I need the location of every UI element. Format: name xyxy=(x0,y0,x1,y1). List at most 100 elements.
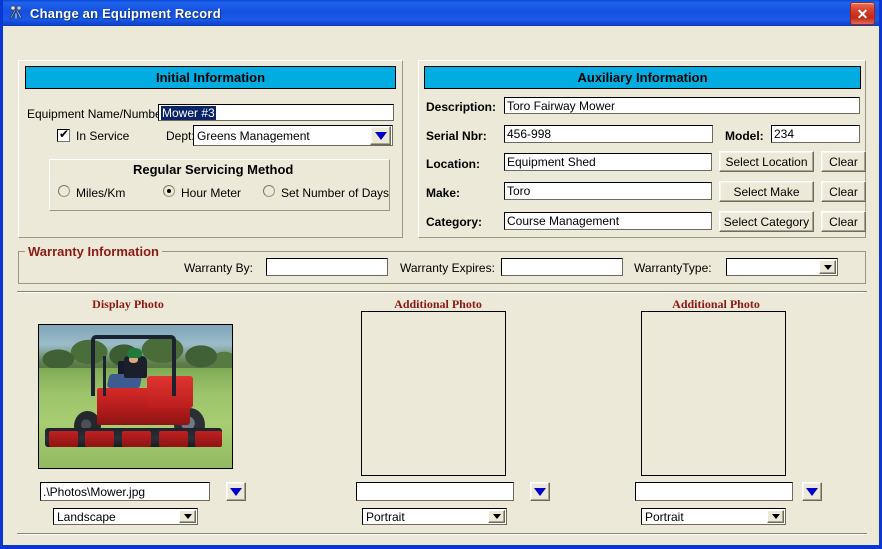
description-value: Toro Fairway Mower xyxy=(507,98,616,113)
clear-category-button[interactable]: Clear xyxy=(821,211,866,232)
auxiliary-information-header: Auxiliary Information xyxy=(424,66,861,89)
display-photo-frame[interactable] xyxy=(38,324,233,469)
warranty-expires-label: Warranty Expires: xyxy=(400,261,495,275)
dept-dropdown-arrow[interactable] xyxy=(370,126,391,145)
in-service-checkbox[interactable]: ✔ xyxy=(57,127,70,142)
equipment-name-value: Mower #3 xyxy=(161,105,216,120)
display-photo-browse-button[interactable] xyxy=(226,482,246,501)
photo-mower-reel-2 xyxy=(85,430,115,447)
change-equipment-record-window: Change an Equipment Record ✕ Initial Inf… xyxy=(0,0,882,549)
select-category-button[interactable]: Select Category xyxy=(719,211,814,232)
category-value: Course Management xyxy=(507,214,620,228)
photo-mower-reel-1 xyxy=(48,430,78,447)
model-value: 234 xyxy=(774,127,795,141)
clear-make-button[interactable]: Clear xyxy=(821,181,866,202)
display-photo-path-input[interactable]: .\Photos\Mower.jpg xyxy=(40,482,210,501)
additional-photo-2-caption: Additional Photo xyxy=(672,297,760,311)
display-photo-path-value: .\Photos\Mower.jpg xyxy=(43,484,146,499)
photo-mower-rollbar-post xyxy=(102,356,106,397)
warranty-information-legend: Warranty Information xyxy=(25,244,162,259)
radio-set-number-of-days[interactable] xyxy=(263,185,275,197)
in-service-check-glyph: ✔ xyxy=(59,127,70,141)
warranty-type-label: WarrantyType: xyxy=(634,261,712,275)
additional-photo-2-browse-button[interactable] xyxy=(802,482,822,501)
chevron-down-icon xyxy=(771,514,780,519)
radio-miles-km-label: Miles/Km xyxy=(76,186,126,200)
radio-hour-meter-label: Hour Meter xyxy=(181,186,242,200)
additional-photo-1-orientation-arrow[interactable] xyxy=(488,510,505,523)
additional-photo-1-orientation-value: Portrait xyxy=(366,509,405,524)
equipment-name-input[interactable]: Mower #3 xyxy=(158,104,394,121)
chevron-down-icon xyxy=(183,514,192,519)
cancel-button[interactable]: Cancel xyxy=(729,545,791,549)
make-value: Toro xyxy=(507,184,531,198)
select-location-button[interactable]: Select Location xyxy=(719,151,814,172)
dialog-client-area: Initial Information Equipment Name/Numbe… xyxy=(3,26,879,542)
description-label: Description: xyxy=(426,100,497,114)
radio-miles-km[interactable] xyxy=(58,185,70,197)
warranty-expires-input[interactable] xyxy=(501,258,623,276)
display-photo-orientation-dropdown[interactable]: Landscape xyxy=(53,508,198,525)
additional-photo-2-path-input[interactable] xyxy=(635,482,793,501)
additional-photo-1-caption: Additional Photo xyxy=(394,297,482,311)
serial-value: 456-998 xyxy=(507,127,552,141)
dept-value: Greens Management xyxy=(197,128,310,143)
category-label: Category: xyxy=(426,215,483,229)
dept-dropdown[interactable]: Greens Management xyxy=(193,125,393,146)
additional-photo-1-orientation-dropdown[interactable]: Portrait xyxy=(362,508,507,525)
photo-section-divider-top xyxy=(17,291,867,293)
ok-button[interactable]: OK xyxy=(657,545,724,549)
display-photo-image xyxy=(39,325,232,468)
photo-mower-reel-4 xyxy=(158,430,188,447)
make-label: Make: xyxy=(426,186,461,200)
chevron-down-icon xyxy=(534,487,546,496)
additional-photo-2-orientation-dropdown[interactable]: Portrait xyxy=(641,508,786,525)
radio-hour-meter[interactable] xyxy=(163,185,175,197)
servicing-method-title: Regular Servicing Method xyxy=(133,162,294,177)
help-button[interactable]: Help xyxy=(797,545,859,549)
chevron-down-icon xyxy=(374,131,387,140)
warranty-by-input[interactable] xyxy=(266,258,388,276)
radio-set-number-of-days-label: Set Number of Days xyxy=(281,186,390,200)
warranty-type-dropdown[interactable] xyxy=(726,258,838,276)
photo-mower-reel-3 xyxy=(121,430,151,447)
initial-information-header: Initial Information xyxy=(25,66,396,89)
display-photo-orientation-arrow[interactable] xyxy=(179,510,196,523)
equipment-tools-icon xyxy=(7,4,25,22)
close-icon[interactable]: ✕ xyxy=(850,2,875,25)
photo-mower-reel-5 xyxy=(195,430,223,447)
window-title: Change an Equipment Record xyxy=(30,5,221,21)
model-input[interactable]: 234 xyxy=(771,125,860,143)
chevron-down-icon xyxy=(230,487,242,496)
warranty-type-dropdown-arrow[interactable] xyxy=(819,260,836,274)
in-service-label: In Service xyxy=(76,129,130,143)
location-input[interactable]: Equipment Shed xyxy=(504,153,712,171)
serial-input[interactable]: 456-998 xyxy=(504,125,713,143)
footer-divider xyxy=(17,533,867,535)
display-photo-orientation-value: Landscape xyxy=(57,509,116,524)
warranty-by-label: Warranty By: xyxy=(184,261,253,275)
additional-photo-1-browse-button[interactable] xyxy=(530,482,550,501)
chevron-down-icon xyxy=(823,264,832,270)
make-input[interactable]: Toro xyxy=(504,182,712,200)
title-bar: Change an Equipment Record ✕ xyxy=(3,0,879,26)
additional-photo-2-orientation-value: Portrait xyxy=(645,509,684,524)
category-input[interactable]: Course Management xyxy=(504,212,712,230)
close-glyph: ✕ xyxy=(856,5,869,22)
chevron-down-icon xyxy=(492,514,501,519)
dept-label: Dept: xyxy=(166,129,195,143)
location-value: Equipment Shed xyxy=(507,155,596,169)
radio-selected-dot xyxy=(167,189,171,193)
clear-location-button[interactable]: Clear xyxy=(821,151,866,172)
additional-photo-1-frame[interactable] xyxy=(361,311,506,476)
chevron-down-icon xyxy=(806,487,818,496)
serial-label: Serial Nbr: xyxy=(426,129,487,143)
additional-photo-2-orientation-arrow[interactable] xyxy=(767,510,784,523)
equipment-name-label: Equipment Name/Number: xyxy=(27,107,170,121)
model-label: Model: xyxy=(725,129,764,143)
description-input[interactable]: Toro Fairway Mower xyxy=(504,97,860,114)
additional-photo-2-frame[interactable] xyxy=(641,311,786,476)
select-make-button[interactable]: Select Make xyxy=(719,181,814,202)
additional-photo-1-path-input[interactable] xyxy=(356,482,514,501)
location-label: Location: xyxy=(426,157,480,171)
